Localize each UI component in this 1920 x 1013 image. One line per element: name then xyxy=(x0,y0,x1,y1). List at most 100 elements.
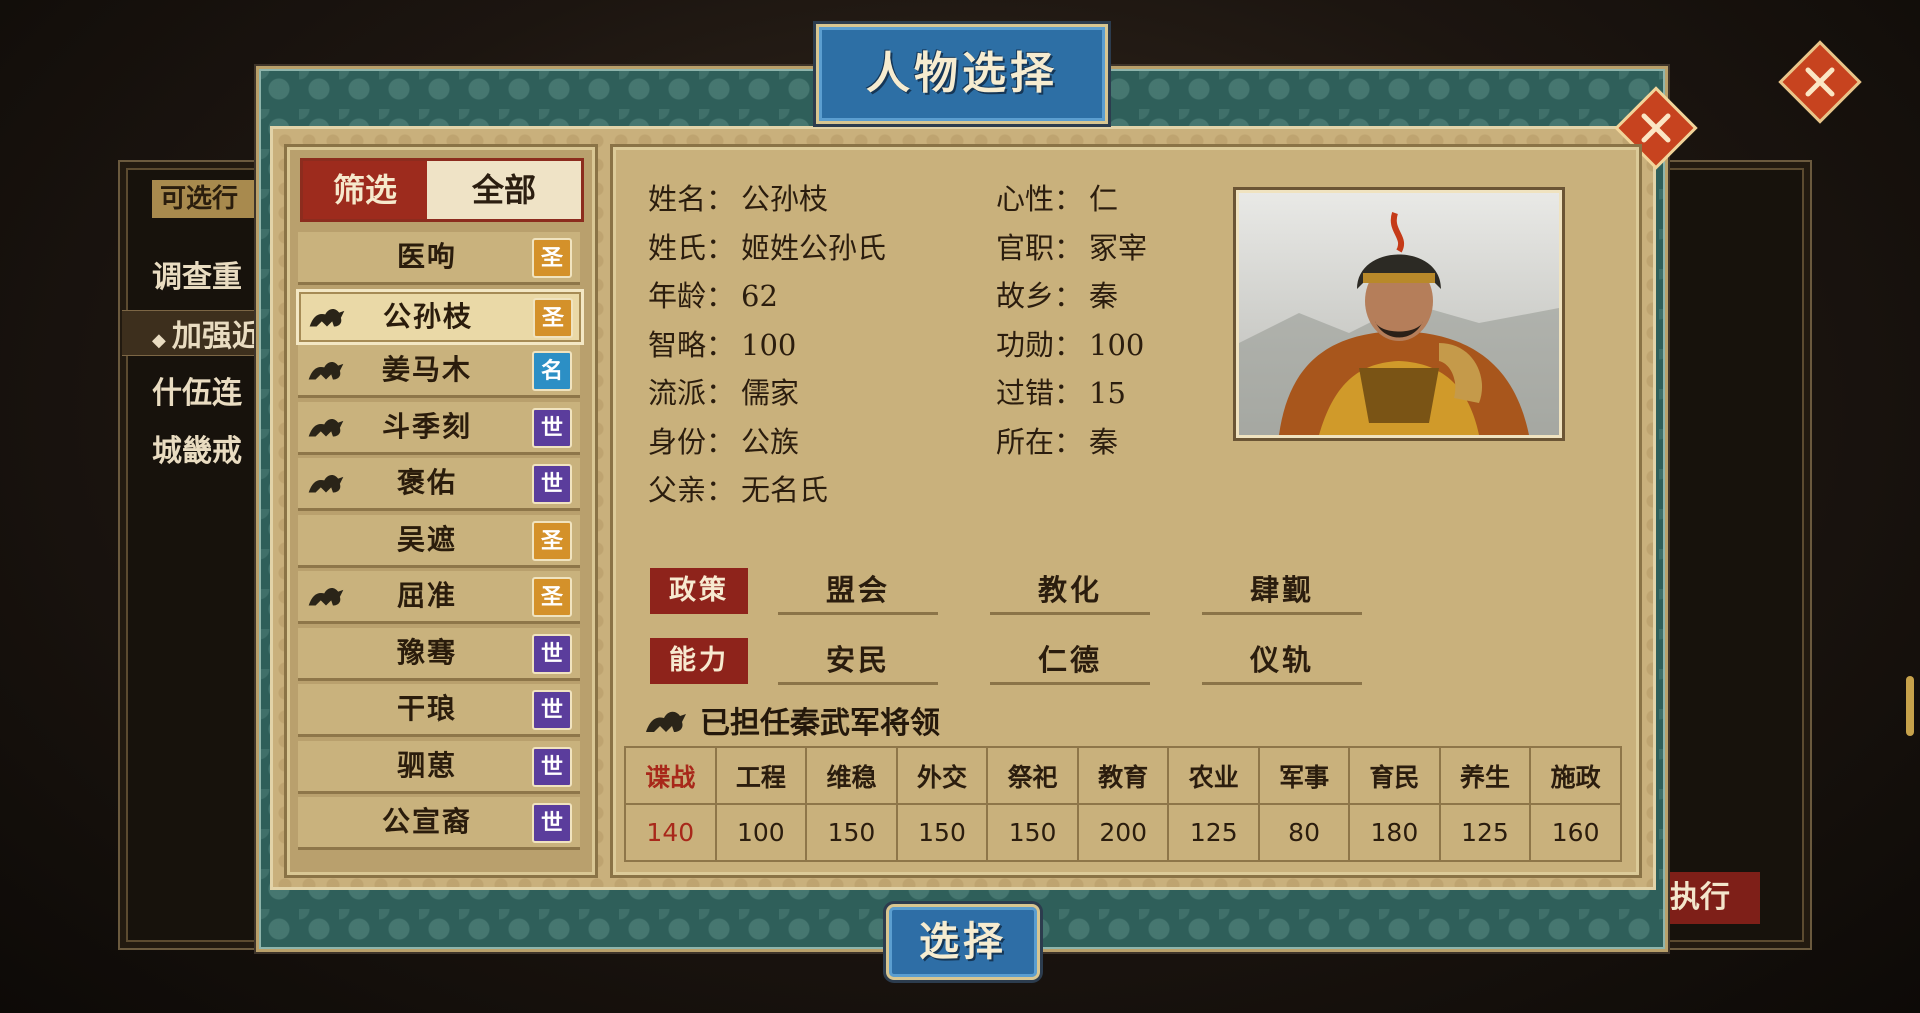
stat-value: 140 xyxy=(624,803,717,862)
info-field: 身份： 公族 xyxy=(648,419,799,461)
rank-badge-icon: 世 xyxy=(532,690,572,730)
info-field: 故乡：秦 xyxy=(996,273,1118,315)
ability-item[interactable]: 仪轨 xyxy=(1202,638,1362,685)
beast-icon xyxy=(306,357,346,383)
stat-value: 80 xyxy=(1258,803,1351,862)
info-value: 姬姓公孙氏 xyxy=(741,230,887,265)
stat-value: 125 xyxy=(1167,803,1261,862)
character-row[interactable]: 褒佑 世 xyxy=(298,458,580,511)
policy-tag: 政策 xyxy=(650,568,748,614)
character-row[interactable]: 公宣裔 世 xyxy=(298,797,580,850)
background-item-4[interactable]: 城畿戒 xyxy=(152,426,242,470)
character-row[interactable]: 医呴 圣 xyxy=(298,232,580,285)
info-label: 年龄： xyxy=(648,279,736,313)
rank-badge-icon: 圣 xyxy=(532,238,572,278)
stat-value: 150 xyxy=(805,803,898,862)
beast-icon xyxy=(306,414,346,440)
general-status-text: 已担任秦武军将领 xyxy=(700,706,940,741)
stat-header: 外交 xyxy=(895,746,989,805)
info-value: 62 xyxy=(741,279,778,313)
stat-header: 育民 xyxy=(1348,746,1441,805)
info-label: 功勋： xyxy=(996,327,1084,362)
rank-badge-icon: 世 xyxy=(532,746,572,787)
info-label: 姓氏： xyxy=(648,230,736,265)
character-row[interactable]: 豫骞 世 xyxy=(298,627,580,681)
dialog-title: 人物选择 xyxy=(816,24,1108,124)
stat-value: 160 xyxy=(1529,803,1622,862)
beast-icon xyxy=(646,711,686,732)
character-name: 干琅 xyxy=(396,692,457,725)
stat-value: 150 xyxy=(986,803,1079,862)
rank-badge-icon: 圣 xyxy=(532,520,572,561)
info-label: 流派： xyxy=(648,376,736,410)
info-field: 功勋： 100 xyxy=(996,322,1144,364)
ability-item[interactable]: 仁德 xyxy=(990,638,1150,685)
character-name: 驷葸 xyxy=(396,748,457,782)
ability-item[interactable]: 安民 xyxy=(778,638,938,685)
stat-header: 工程 xyxy=(714,746,808,805)
stat-header: 施政 xyxy=(1529,746,1622,805)
info-label: 姓名： xyxy=(648,182,736,216)
beast-icon xyxy=(306,583,346,609)
info-label: 所在： xyxy=(996,424,1084,459)
character-name: 吴遮 xyxy=(396,522,457,556)
info-value: 秦 xyxy=(1089,424,1119,459)
info-label: 故乡： xyxy=(996,279,1084,313)
stat-value: 180 xyxy=(1348,803,1441,862)
info-field: 心性：仁 xyxy=(996,176,1118,218)
character-name: 公孙枝 xyxy=(382,299,473,333)
rank-badge-icon: 世 xyxy=(532,407,572,448)
rank-badge-icon: 世 xyxy=(532,803,572,843)
info-label: 心性： xyxy=(996,182,1084,216)
ability-tag: 能力 xyxy=(650,638,748,684)
character-name: 姜马木 xyxy=(381,353,472,386)
info-value: 100 xyxy=(741,327,797,362)
info-value: 秦 xyxy=(1089,279,1119,313)
stat-header: 农业 xyxy=(1167,746,1261,805)
policy-item[interactable]: 肆觐 xyxy=(1202,568,1362,615)
character-row[interactable]: 干琅 世 xyxy=(298,684,580,737)
character-name: 褒佑 xyxy=(396,466,457,499)
background-scrollbar[interactable] xyxy=(1906,676,1914,736)
stat-value: 125 xyxy=(1438,803,1532,862)
character-name: 豫骞 xyxy=(396,635,457,669)
filter-button[interactable]: 筛选 xyxy=(303,161,427,219)
beast-icon xyxy=(306,470,346,496)
outer-close-icon[interactable] xyxy=(1778,40,1862,124)
background-item-1[interactable]: 调查重 xyxy=(152,252,242,296)
stats-header-row: 谍战 工程 维稳 外交 祭祀 教育 农业 军事 育民 养生 施政 xyxy=(624,746,1622,805)
portrait-image xyxy=(1239,193,1559,435)
info-value: 公族 xyxy=(741,424,800,459)
character-name: 屈准 xyxy=(396,579,457,612)
character-row[interactable]: 驷葸 世 xyxy=(298,740,580,794)
info-label: 父亲： xyxy=(648,473,736,507)
select-button[interactable]: 选择 xyxy=(886,904,1040,980)
stats-value-row: 140 100 150 150 150 200 125 80 180 125 160 xyxy=(624,803,1622,862)
policy-item[interactable]: 盟会 xyxy=(778,568,938,615)
stat-header: 军事 xyxy=(1258,746,1351,805)
character-row[interactable]: 姜马木 名 xyxy=(298,345,580,398)
filter-toggle: 筛选 全部 xyxy=(300,158,584,222)
info-value: 儒家 xyxy=(741,376,800,410)
character-row[interactable]: 吴遮 圣 xyxy=(298,514,580,568)
info-value: 无名氏 xyxy=(741,473,829,507)
info-value: 冢宰 xyxy=(1089,230,1148,265)
stats-table: 谍战 工程 维稳 外交 祭祀 教育 农业 军事 育民 养生 施政 140 100 150 150 150 20… xyxy=(624,746,1622,862)
character-row[interactable]: 屈准 圣 xyxy=(298,571,580,624)
policy-item[interactable]: 教化 xyxy=(990,568,1150,615)
stat-header: 谍战 xyxy=(624,746,717,805)
character-portrait xyxy=(1236,190,1562,438)
info-field: 年龄： 62 xyxy=(648,273,778,315)
info-field: 过错： 15 xyxy=(996,370,1126,412)
info-value: 公孙枝 xyxy=(741,182,829,216)
all-button[interactable]: 全部 xyxy=(427,161,581,219)
beast-icon xyxy=(307,304,347,330)
background-item-2-label: 加强近 xyxy=(171,319,262,354)
character-row[interactable]: 斗季刻 世 xyxy=(298,401,580,455)
stat-header: 养生 xyxy=(1438,746,1532,805)
character-row[interactable]: 公孙枝 圣 xyxy=(296,288,584,345)
info-value: 仁 xyxy=(1089,182,1119,216)
rank-badge-icon: 世 xyxy=(532,464,572,504)
background-item-3[interactable]: 什伍连 xyxy=(152,368,242,412)
rank-badge-icon: 名 xyxy=(532,351,572,391)
